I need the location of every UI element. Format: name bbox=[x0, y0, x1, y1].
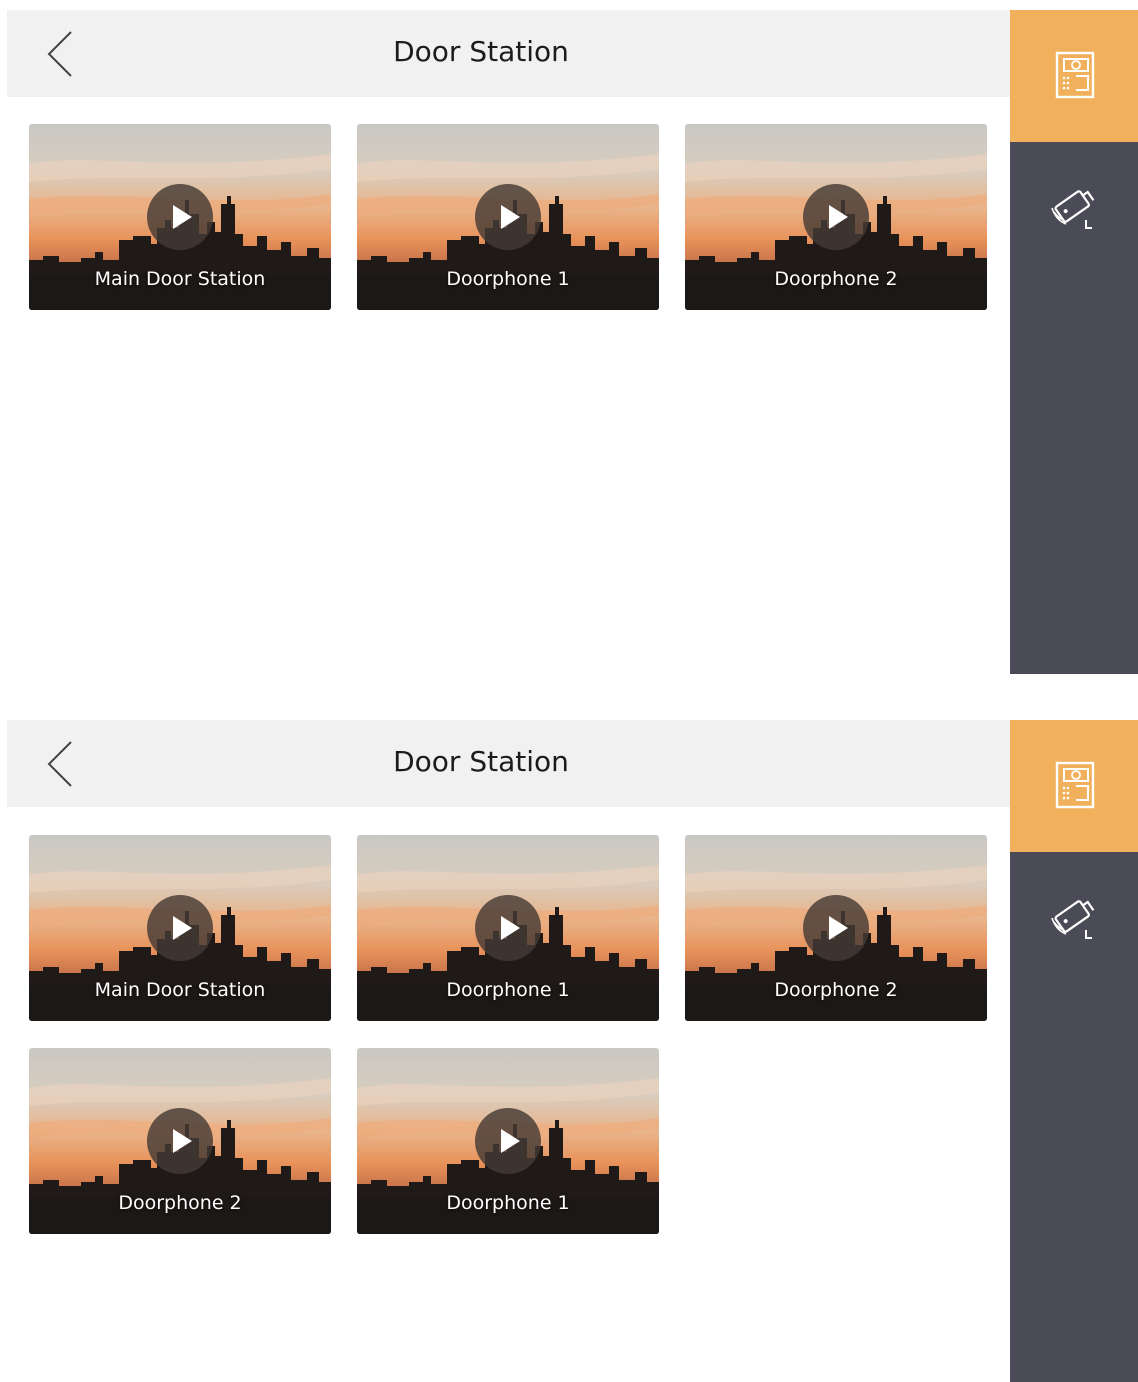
play-button[interactable] bbox=[803, 895, 869, 961]
play-button[interactable] bbox=[147, 184, 213, 250]
sidebar bbox=[1010, 10, 1138, 674]
play-button[interactable] bbox=[475, 895, 541, 961]
page-title: Door Station bbox=[393, 745, 569, 778]
play-button[interactable] bbox=[803, 184, 869, 250]
play-icon bbox=[829, 205, 848, 229]
screen-2: Door Station Main Door Station Doorphone… bbox=[0, 720, 1138, 1382]
sidebar-item-door-station[interactable] bbox=[1010, 10, 1138, 142]
door-station-tile[interactable]: Main Door Station bbox=[29, 835, 331, 1021]
screen-1: Door Station Main Door Station Doorphone… bbox=[0, 10, 1138, 674]
play-button[interactable] bbox=[147, 1108, 213, 1174]
play-icon bbox=[501, 205, 520, 229]
door-station-tile[interactable]: Doorphone 1 bbox=[357, 1048, 659, 1234]
header-bar: Door Station bbox=[7, 10, 1010, 97]
tile-label: Main Door Station bbox=[94, 268, 266, 290]
tile-label: Doorphone 1 bbox=[446, 1192, 570, 1214]
tile-label: Main Door Station bbox=[94, 979, 266, 1001]
play-button[interactable] bbox=[475, 1108, 541, 1174]
tile-label: Doorphone 1 bbox=[446, 979, 570, 1001]
door-station-icon bbox=[1055, 51, 1095, 99]
sidebar-item-camera[interactable] bbox=[1010, 852, 1138, 984]
door-station-tile[interactable]: Doorphone 1 bbox=[357, 124, 659, 310]
door-station-tile[interactable]: Main Door Station bbox=[29, 124, 331, 310]
header-bar: Door Station bbox=[7, 720, 1010, 807]
sidebar bbox=[1010, 720, 1138, 1382]
tile-label: Doorphone 2 bbox=[774, 979, 898, 1001]
camera-icon bbox=[1051, 190, 1095, 229]
tile-label: Doorphone 2 bbox=[774, 268, 898, 290]
play-icon bbox=[173, 1129, 192, 1153]
sidebar-item-camera[interactable] bbox=[1010, 142, 1138, 274]
camera-icon bbox=[1051, 900, 1095, 939]
sidebar-item-door-station[interactable] bbox=[1010, 720, 1138, 852]
play-icon bbox=[501, 916, 520, 940]
door-station-tile[interactable]: Doorphone 2 bbox=[29, 1048, 331, 1234]
door-station-tile[interactable]: Doorphone 2 bbox=[685, 124, 987, 310]
play-icon bbox=[173, 916, 192, 940]
tile-label: Doorphone 1 bbox=[446, 268, 570, 290]
page-title: Door Station bbox=[393, 35, 569, 68]
play-icon bbox=[829, 916, 848, 940]
door-station-tile[interactable]: Doorphone 1 bbox=[357, 835, 659, 1021]
play-icon bbox=[501, 1129, 520, 1153]
play-button[interactable] bbox=[147, 895, 213, 961]
door-station-tile[interactable]: Doorphone 2 bbox=[685, 835, 987, 1021]
play-button[interactable] bbox=[475, 184, 541, 250]
play-icon bbox=[173, 205, 192, 229]
tile-label: Doorphone 2 bbox=[118, 1192, 242, 1214]
door-station-icon bbox=[1055, 761, 1095, 809]
